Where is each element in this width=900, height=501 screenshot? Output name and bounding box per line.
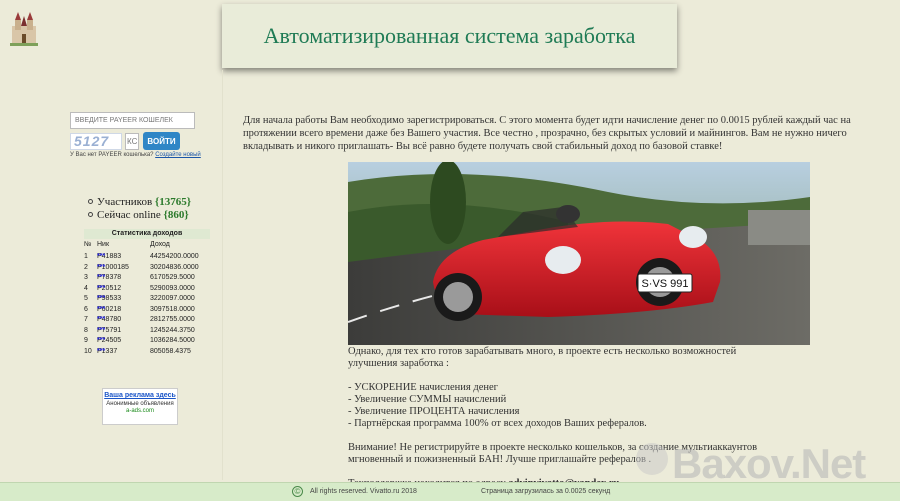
header-banner: Автоматизированная система заработка (222, 4, 677, 68)
row-nick-stars: *** (97, 347, 106, 355)
stats-table: 1 P41883 *** 44254200.0000 2 P1000185 *** 30204… (84, 253, 214, 358)
stats-title: Статистика доходов (84, 229, 210, 239)
participants-row: Участников {13765} (88, 195, 191, 208)
row-nick-stars: *** (97, 326, 106, 334)
feature-item: - Партнёрская программа 100% от всех дох… (348, 418, 647, 429)
stats-header-income: Доход (150, 241, 170, 248)
bullet-icon (88, 212, 93, 217)
row-num: 5 (84, 295, 88, 302)
features-lead-1: Однако, для тех кто готов зарабатывать м… (348, 346, 737, 357)
bullet-icon (88, 199, 93, 204)
table-row: 7 P48780 *** 2812755.0000 (84, 316, 214, 327)
login-button[interactable]: ВОЙТИ (143, 132, 180, 150)
row-nick-stars: *** (97, 305, 106, 313)
row-num: 3 (84, 274, 88, 281)
site-logo[interactable] (8, 10, 40, 46)
ad-banner[interactable]: Ваша реклама здесь Анонимные объявления … (102, 388, 178, 425)
table-row: 6 P60218 *** 3097518.0000 (84, 306, 214, 317)
ad-domain: a-ads.com (125, 408, 154, 414)
page-title: Автоматизированная система заработка (263, 23, 636, 48)
footer: © All rights reserved. Vivatto.ru 2018 С… (0, 482, 900, 501)
row-num: 7 (84, 316, 88, 323)
row-num: 9 (84, 337, 88, 344)
table-row: 4 P20512 *** 5290093.0000 (84, 285, 214, 296)
participants-count: {13765} (154, 195, 192, 208)
row-num: 4 (84, 284, 88, 292)
watermark: Baxov.Net (672, 440, 866, 487)
participants-label: Участников (97, 195, 153, 208)
row-income: 30204836.0000 (150, 263, 199, 271)
site-counts: Участников {13765} Сейчас online {860} (88, 195, 191, 221)
table-row: 9 P24505 *** 1036284.5000 (84, 337, 214, 348)
ad-title[interactable]: Ваша реклама здесь (103, 392, 177, 399)
create-wallet-link[interactable]: Создайте новый (155, 152, 201, 158)
feature-item: - Увеличение ПРОЦЕНТА начисления (348, 406, 520, 417)
online-label: Сейчас online (97, 208, 161, 221)
row-income: 6170529.5000 (150, 274, 195, 281)
table-row: 10 P1337 *** 805058.4375 (84, 348, 214, 359)
license-plate: S·VS 991 (641, 278, 688, 290)
row-income: 3220097.0000 (150, 295, 195, 302)
row-nick-stars: *** (97, 263, 106, 271)
payeer-wallet-input[interactable]: ВВЕДИТЕ PAYEER КОШЕЛЕК (70, 112, 195, 129)
footer-rights: All rights reserved. Vivatto.ru 2018 (310, 488, 417, 495)
online-count: {860} (163, 208, 189, 221)
row-income: 3097518.0000 (150, 305, 195, 313)
feature-item: - Увеличение СУММЫ начислений (348, 394, 507, 405)
row-income: 1245244.3750 (150, 326, 195, 334)
row-nick-stars: *** (97, 316, 106, 323)
ad-subtitle: Анонимные объявления (106, 401, 174, 407)
intro-text: Для начала работы Вам необходимо зарегис… (243, 115, 851, 152)
table-row: 2 P1000185 *** 30204836.0000 (84, 264, 214, 275)
row-income: 5290093.0000 (150, 284, 195, 292)
online-row: Сейчас online {860} (88, 208, 191, 221)
row-income: 2812755.0000 (150, 316, 195, 323)
stats-header-num: № (84, 241, 92, 248)
row-income: 805058.4375 (150, 347, 191, 355)
no-wallet-hint: У Вас нет PAYEER кошелька? Создайте новы… (70, 152, 201, 158)
feature-item: - УСКОРЕНИЕ начисления денег (348, 382, 498, 393)
row-income: 44254200.0000 (150, 253, 199, 260)
row-nick-stars: *** (97, 274, 106, 281)
row-nick-stars: *** (97, 253, 106, 260)
footer-load-time: Страница загрузилась за 0.0025 секунд (481, 488, 611, 495)
stats-header-nick: Ник (97, 241, 110, 248)
copyright-icon: © (292, 486, 303, 497)
promo-car-image: S·VS 991 (348, 162, 810, 345)
table-row: 1 P41883 *** 44254200.0000 (84, 253, 214, 264)
row-income: 1036284.5000 (150, 337, 195, 344)
no-wallet-text: У Вас нет PAYEER кошелька? (70, 152, 154, 158)
row-num: 8 (84, 326, 88, 334)
row-nick-stars: *** (97, 295, 106, 302)
row-num: 2 (84, 263, 88, 271)
row-nick-stars: *** (97, 284, 106, 292)
row-num: 1 (84, 253, 88, 260)
row-num: 10 (84, 347, 92, 355)
captcha-input[interactable]: КС (125, 133, 139, 150)
table-row: 3 P78378 *** 6170529.5000 (84, 274, 214, 285)
table-row: 8 P75791 *** 1245244.3750 (84, 327, 214, 338)
table-row: 5 P98533 *** 3220097.0000 (84, 295, 214, 306)
watermark-badge-icon (636, 443, 668, 475)
column-divider (222, 70, 223, 480)
features-lead-2: улучшения заработка : (348, 358, 449, 369)
captcha-image: 5127 (70, 133, 122, 150)
row-nick-stars: *** (97, 337, 106, 344)
row-num: 6 (84, 305, 88, 313)
